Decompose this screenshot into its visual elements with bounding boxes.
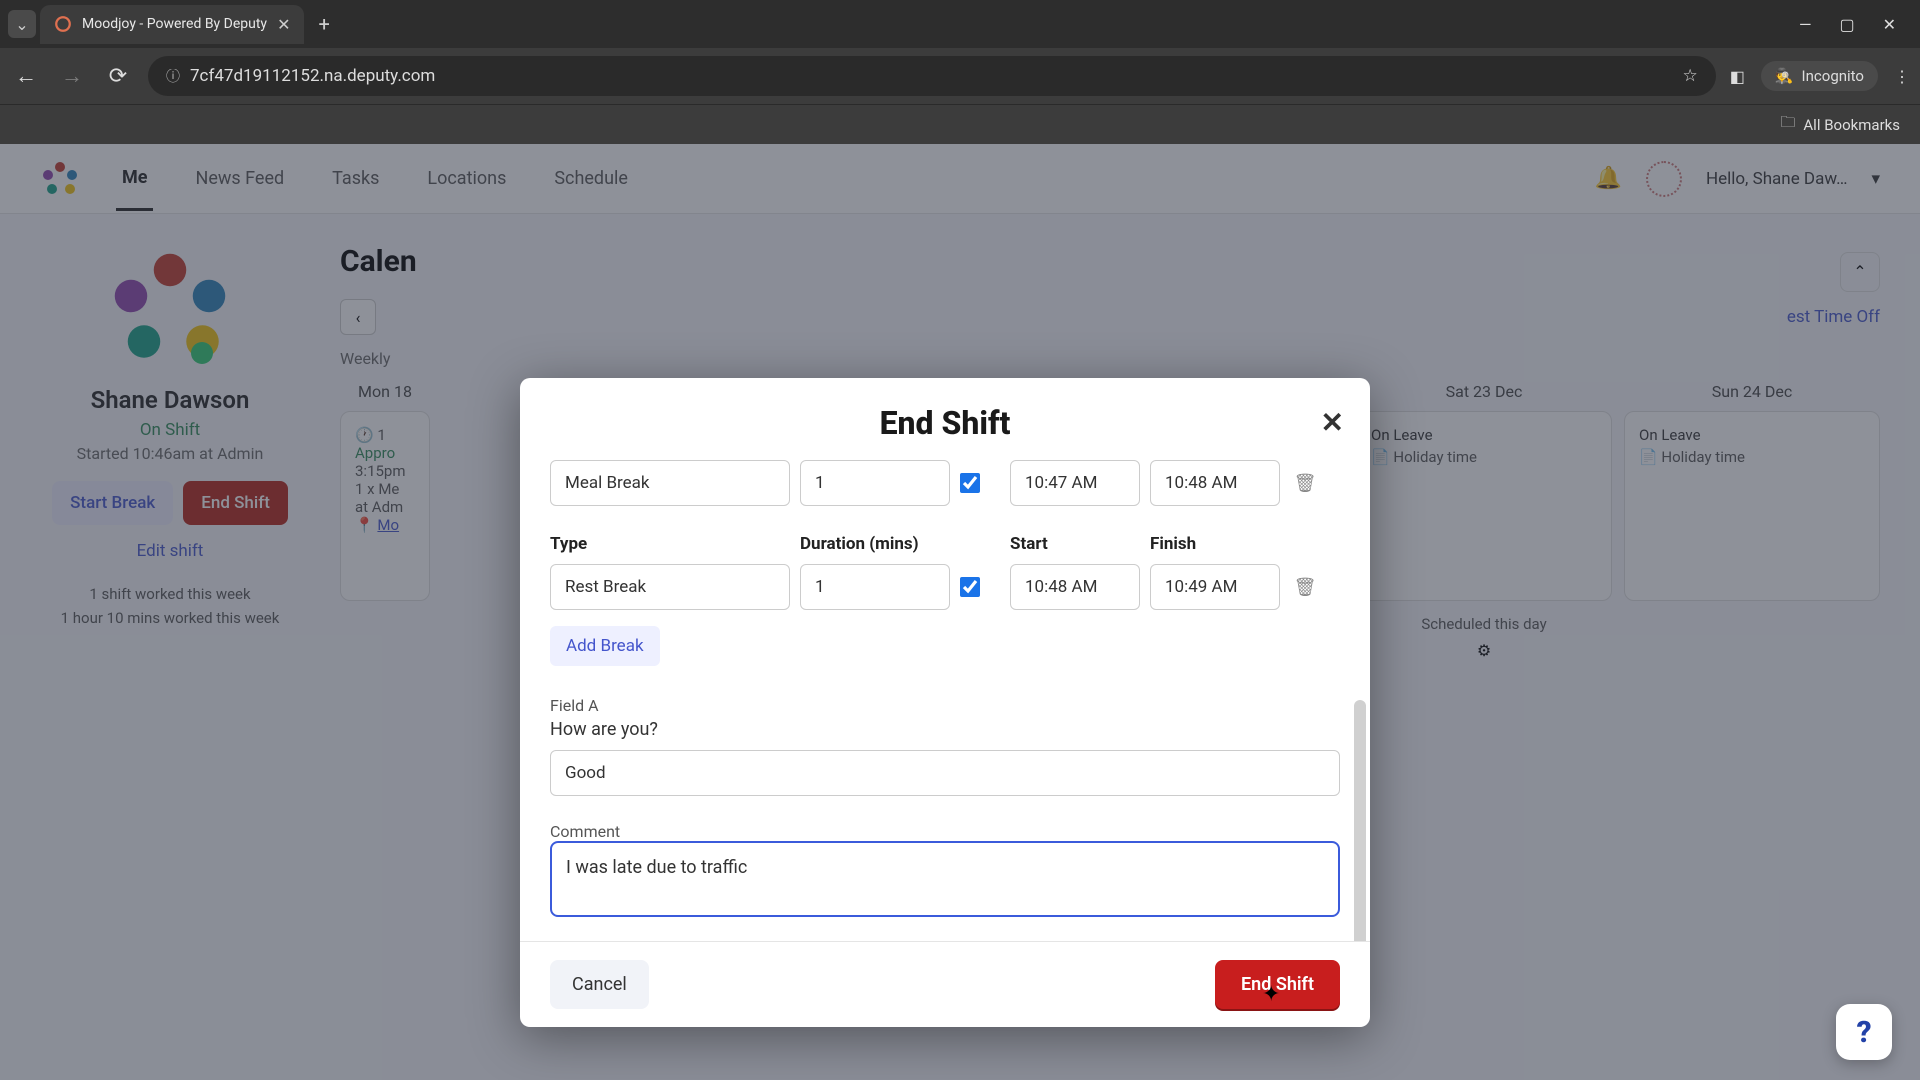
browser-tab[interactable]: Moodjoy - Powered By Deputy ✕ bbox=[40, 5, 304, 44]
new-tab-button[interactable]: + bbox=[308, 8, 339, 40]
break-type-select[interactable] bbox=[550, 460, 790, 506]
break-checkbox[interactable] bbox=[960, 577, 980, 597]
tab-search-button[interactable]: ⌄ bbox=[8, 10, 36, 38]
confirm-end-shift-button[interactable]: End Shift bbox=[1215, 960, 1340, 1009]
cancel-button[interactable]: Cancel bbox=[550, 960, 649, 1009]
header-type: Type bbox=[550, 534, 790, 554]
help-icon: ? bbox=[1856, 1015, 1871, 1050]
modal-scrollbar[interactable] bbox=[1354, 700, 1366, 941]
header-finish: Finish bbox=[1150, 534, 1280, 554]
all-bookmarks-link[interactable]: All Bookmarks bbox=[1803, 116, 1900, 134]
incognito-label: Incognito bbox=[1802, 67, 1864, 85]
back-button[interactable]: ← bbox=[10, 63, 42, 89]
incognito-badge: 🕵 Incognito bbox=[1761, 61, 1878, 91]
window-maximize-icon[interactable]: ▢ bbox=[1839, 15, 1854, 34]
break-row: 🗑 bbox=[550, 564, 1340, 610]
incognito-icon: 🕵 bbox=[1775, 67, 1794, 85]
window-close-icon[interactable]: ✕ bbox=[1883, 15, 1896, 34]
address-bar[interactable]: ⓘ 7cf47d19112152.na.deputy.com ☆ bbox=[148, 56, 1716, 96]
break-row: 🗑 bbox=[550, 460, 1340, 506]
field-a-question: How are you? bbox=[550, 719, 1340, 740]
chevron-down-icon: ⌄ bbox=[15, 15, 28, 34]
break-headers: Type Duration (mins) Start Finish bbox=[550, 534, 1340, 554]
folder-icon: 🗀 bbox=[1780, 112, 1795, 137]
delete-break-icon[interactable]: 🗑 bbox=[1290, 577, 1320, 598]
break-type-select[interactable] bbox=[550, 564, 790, 610]
comment-label: Comment bbox=[550, 822, 1340, 841]
tab-title: Moodjoy - Powered By Deputy bbox=[82, 16, 267, 32]
field-a-input[interactable] bbox=[550, 750, 1340, 796]
help-button[interactable]: ? bbox=[1836, 1004, 1892, 1060]
side-panel-icon[interactable]: ◧ bbox=[1730, 67, 1745, 86]
break-finish-input[interactable] bbox=[1150, 460, 1280, 506]
browser-menu-icon[interactable]: ⋮ bbox=[1894, 67, 1910, 86]
add-break-button[interactable]: Add Break bbox=[550, 626, 660, 666]
site-info-icon[interactable]: ⓘ bbox=[166, 66, 180, 86]
reload-button[interactable]: ⟳ bbox=[102, 64, 134, 89]
tab-close-icon[interactable]: ✕ bbox=[277, 15, 290, 34]
forward-button[interactable]: → bbox=[56, 63, 88, 89]
tab-favicon-icon bbox=[54, 15, 72, 33]
modal-close-button[interactable]: ✕ bbox=[1321, 406, 1344, 439]
break-duration-input[interactable] bbox=[800, 564, 950, 610]
break-start-input[interactable] bbox=[1010, 564, 1140, 610]
modal-title: End Shift bbox=[550, 404, 1340, 442]
bookmark-star-icon[interactable]: ☆ bbox=[1682, 66, 1697, 86]
break-checkbox[interactable] bbox=[960, 473, 980, 493]
header-start: Start bbox=[1010, 534, 1140, 554]
url-text: 7cf47d19112152.na.deputy.com bbox=[190, 66, 435, 86]
end-shift-modal: End Shift ✕ 🗑 Type Duration (mins) Start… bbox=[520, 378, 1370, 1027]
window-minimize-icon[interactable]: ― bbox=[1799, 15, 1812, 34]
field-a-label: Field A bbox=[550, 696, 1340, 715]
break-finish-input[interactable] bbox=[1150, 564, 1280, 610]
break-duration-input[interactable] bbox=[800, 460, 950, 506]
break-start-input[interactable] bbox=[1010, 460, 1140, 506]
comment-textarea[interactable] bbox=[550, 841, 1340, 917]
header-duration: Duration (mins) bbox=[800, 534, 950, 554]
delete-break-icon[interactable]: 🗑 bbox=[1290, 473, 1320, 494]
